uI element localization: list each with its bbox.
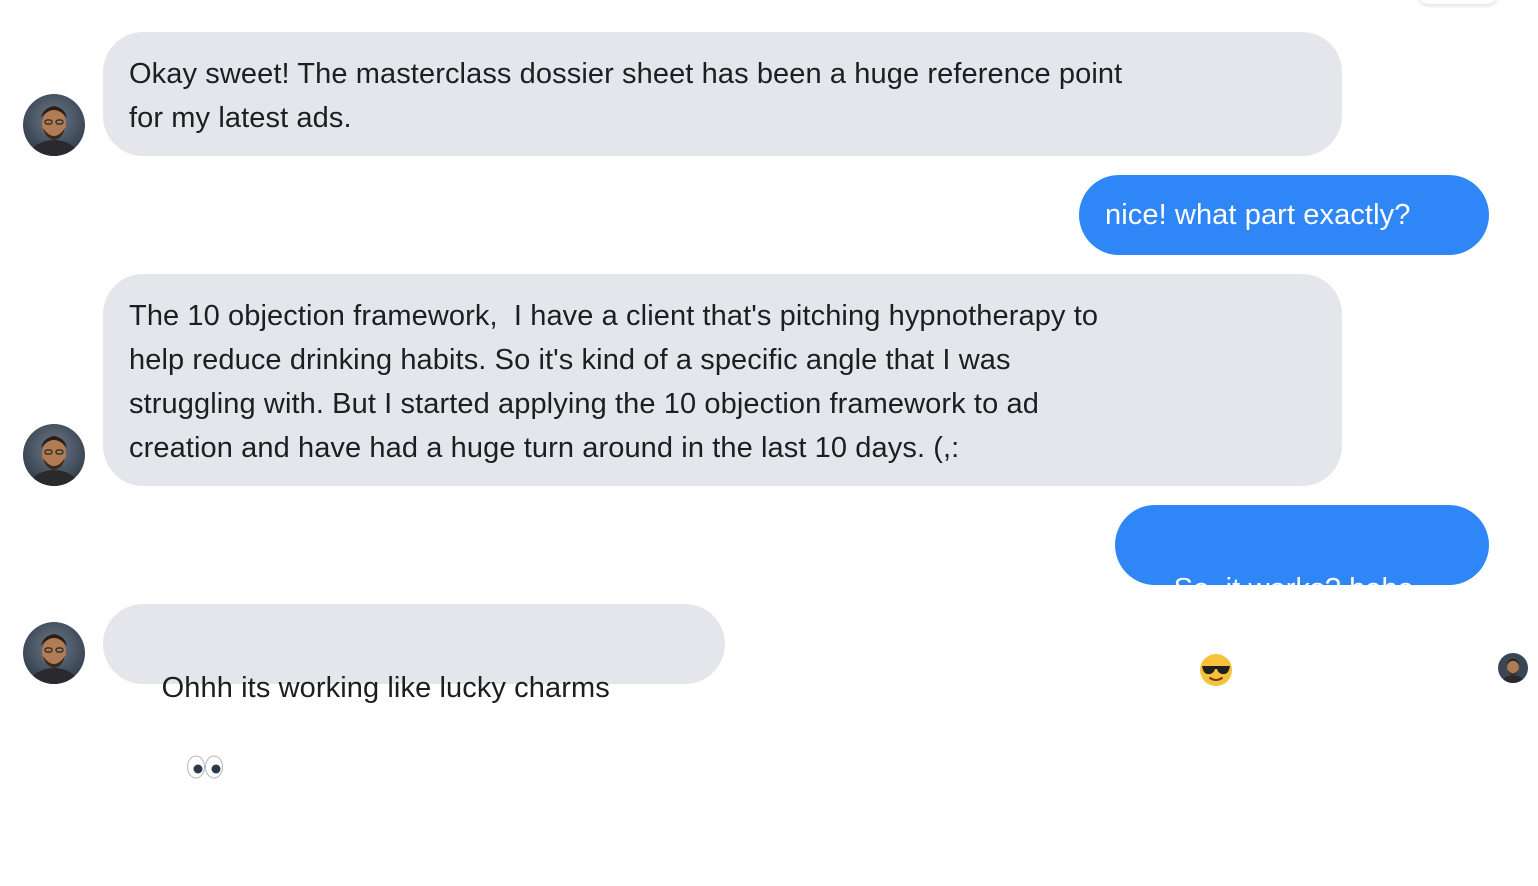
reaction-bar-edge bbox=[1418, 0, 1498, 4]
sunglasses-emoji-icon bbox=[1149, 608, 1234, 745]
message-text: So, it works? haha bbox=[1173, 573, 1415, 605]
outgoing-message[interactable]: So, it works? haha bbox=[1115, 505, 1489, 686]
avatar-photo-icon bbox=[23, 94, 85, 156]
eyes-emoji-icon bbox=[137, 707, 224, 839]
incoming-message[interactable]: The 10 objection framework, I have a cli… bbox=[103, 274, 1342, 486]
incoming-message[interactable]: Okay sweet! The masterclass dossier shee… bbox=[103, 32, 1342, 156]
seen-avatar-icon bbox=[1498, 653, 1528, 683]
contact-avatar[interactable] bbox=[23, 622, 85, 684]
outgoing-message[interactable]: nice! what part exactly? bbox=[1079, 175, 1489, 255]
avatar-photo-icon bbox=[23, 424, 85, 486]
contact-avatar[interactable] bbox=[23, 424, 85, 486]
avatar-photo-icon bbox=[23, 622, 85, 684]
message-text: Ohhh its working like lucky charms bbox=[161, 672, 610, 704]
seen-indicator-avatar bbox=[1498, 653, 1528, 683]
message-thread: Okay sweet! The masterclass dossier shee… bbox=[0, 0, 1538, 779]
contact-avatar[interactable] bbox=[23, 94, 85, 156]
incoming-message[interactable]: Ohhh its working like lucky charms bbox=[103, 604, 725, 779]
